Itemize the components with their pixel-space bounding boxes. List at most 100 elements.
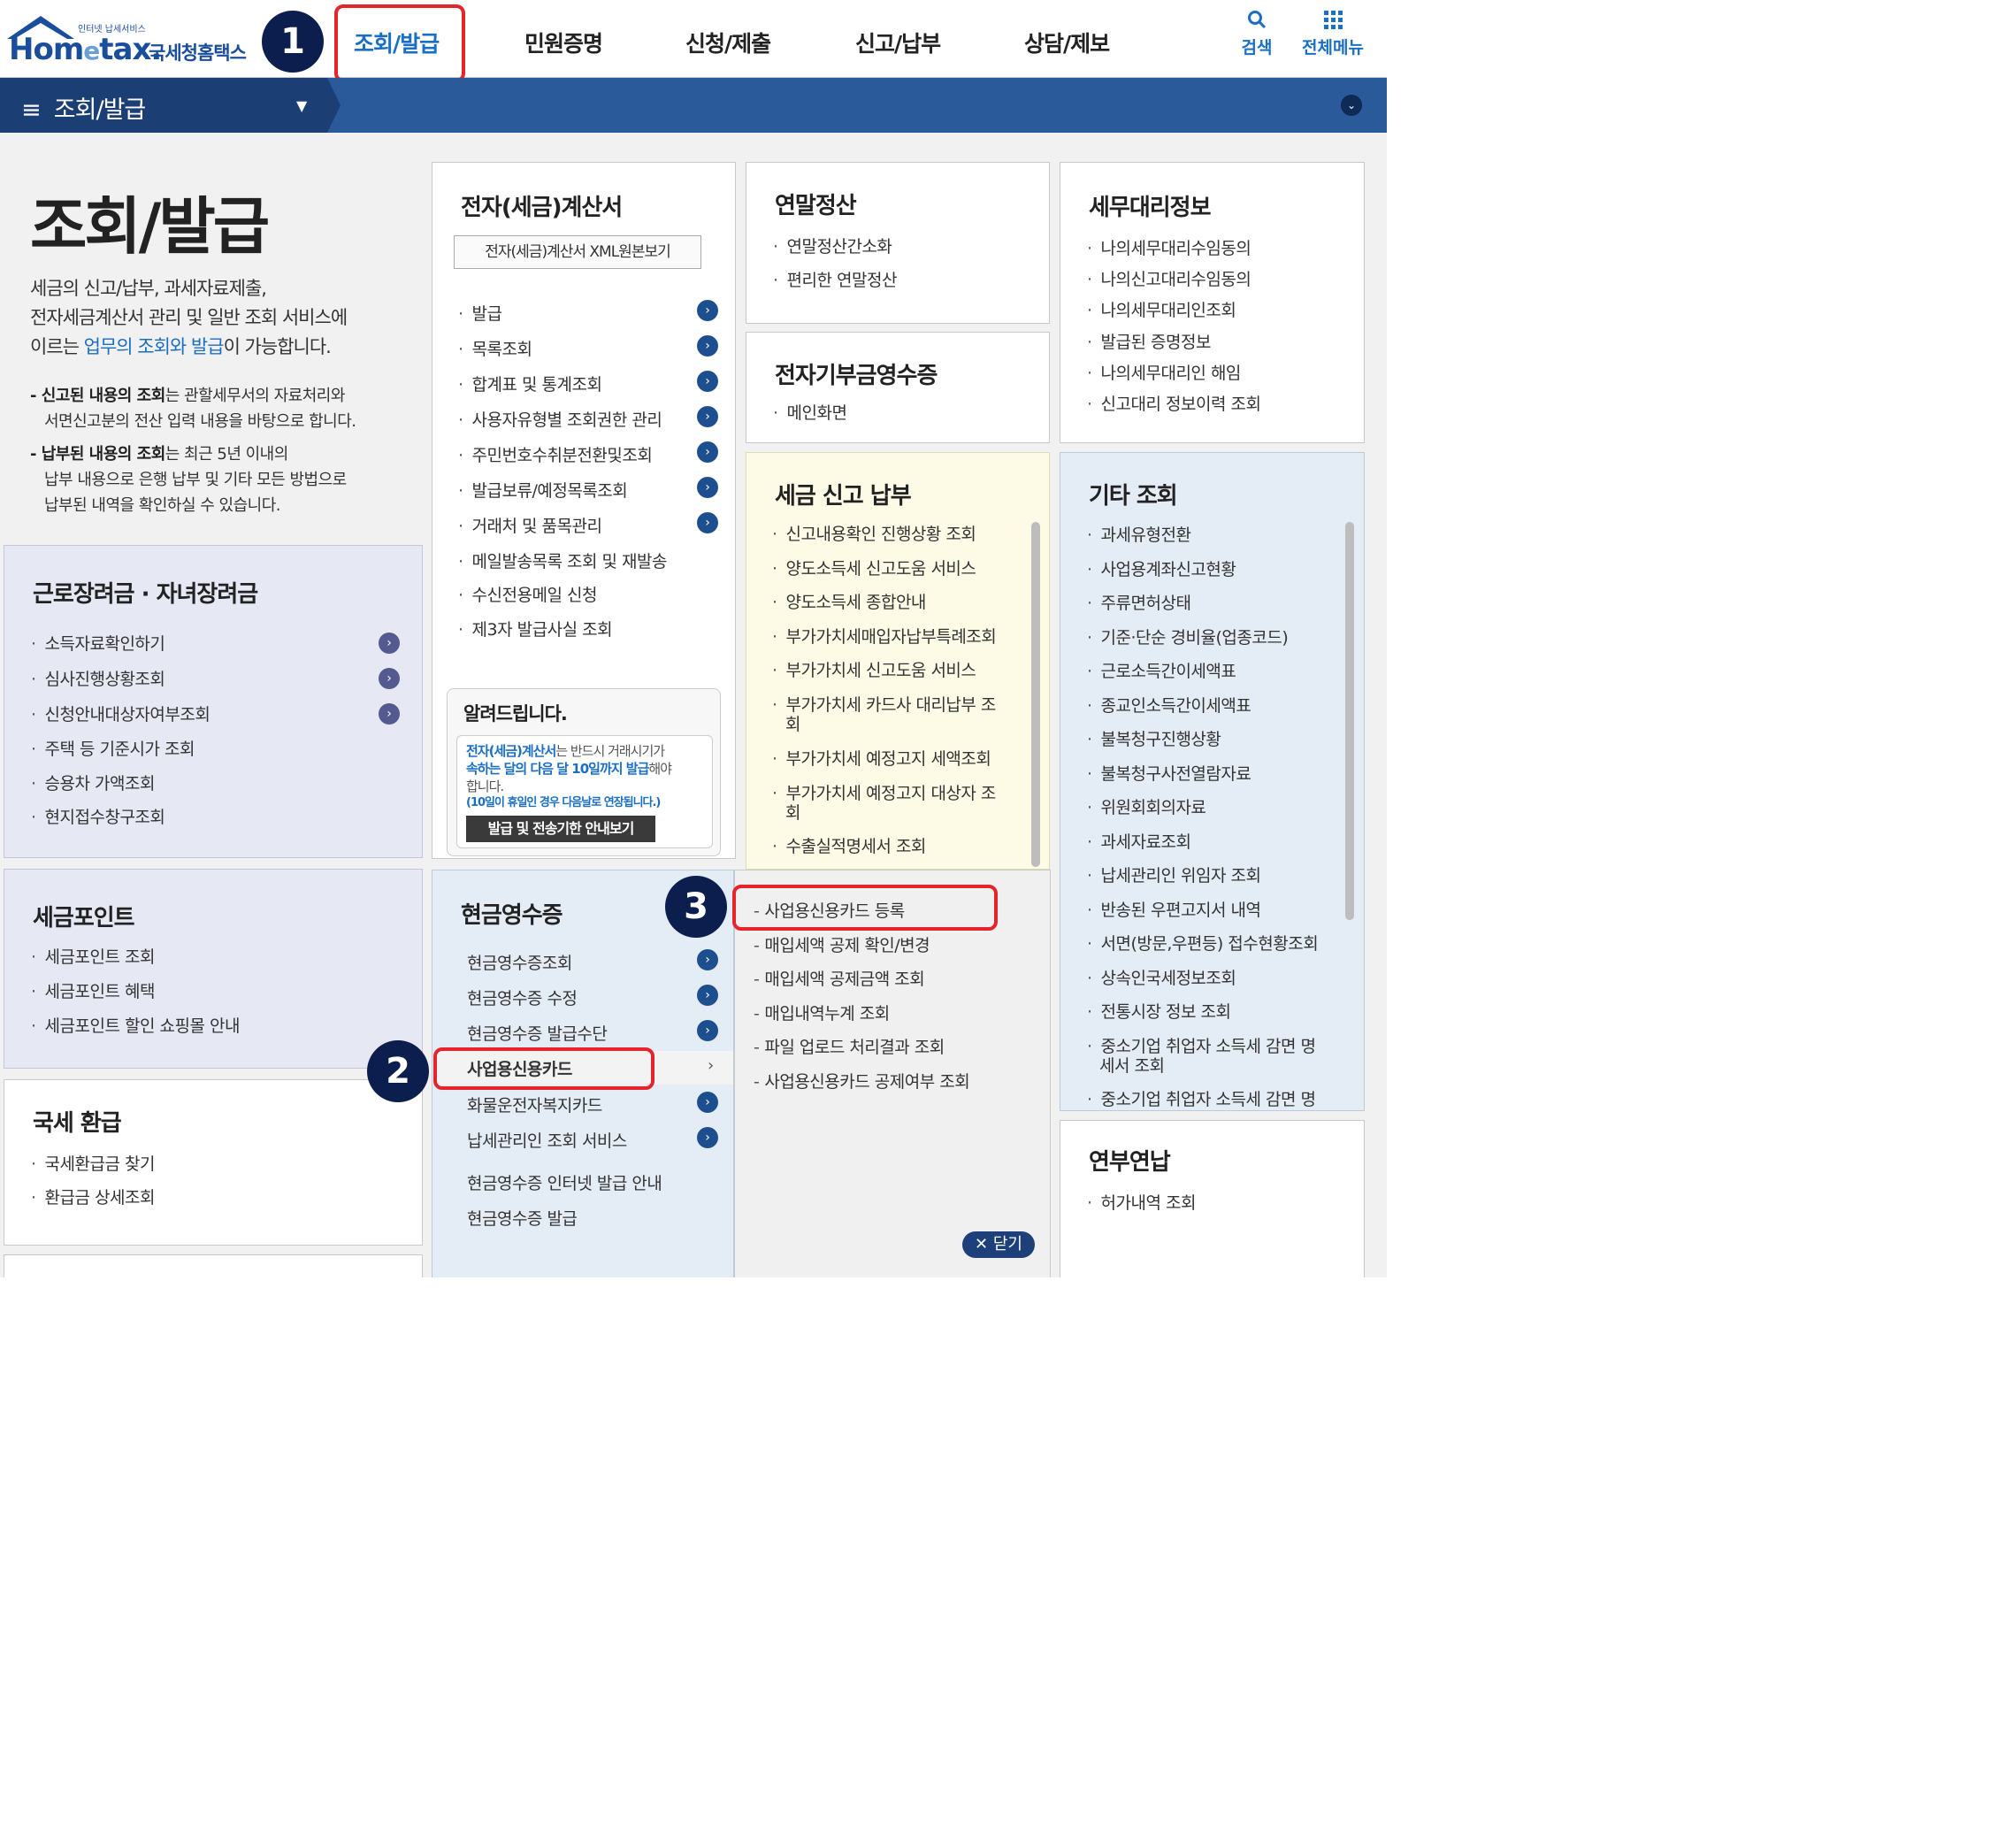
nav-report-payment[interactable]: 신고/납부 [855, 27, 941, 58]
agent-item[interactable]: 신고대리 정보이력 조회 [1087, 391, 1261, 415]
tax-point-item[interactable]: 세금포인트 조회 [31, 944, 156, 968]
tax-report-item[interactable]: 양도소득세 신고도움 서비스 [772, 556, 976, 579]
circle-arrow-icon[interactable]: › [697, 949, 718, 970]
other-item[interactable]: 상속인국세정보조회 [1087, 965, 1236, 989]
all-menu-button[interactable]: 전체메뉴 [1297, 9, 1369, 58]
other-item[interactable]: 근로소득간이세액표 [1087, 658, 1236, 682]
tax-report-item[interactable]: 수출실적명세서 조회 [772, 833, 927, 857]
cash-receipt-item[interactable]: 납세관리인 조회 서비스 [467, 1128, 627, 1152]
earned-income-item[interactable]: 신청안내대상자여부조회 [31, 702, 210, 725]
tax-point-item[interactable]: 세금포인트 혜택 [31, 978, 156, 1002]
other-item[interactable]: 사업용계좌신고현황 [1087, 556, 1236, 580]
submenu-item[interactable]: 사업용신용카드 공제여부 조회 [754, 1069, 969, 1093]
nav-consult-report[interactable]: 상담/제보 [1024, 27, 1110, 58]
scrollbar[interactable] [1345, 522, 1354, 920]
tax-report-item[interactable]: 부가가치세매입자납부특례조회 [772, 624, 997, 648]
other-item[interactable]: 과세유형전환 [1087, 522, 1191, 546]
deadline-guide-button[interactable]: 발급 및 전송기한 안내보기 [466, 816, 655, 842]
tax-report-item-wrap[interactable]: 회 [785, 711, 800, 735]
chevron-right-icon[interactable]: › [708, 1056, 714, 1075]
circle-arrow-icon[interactable]: › [697, 512, 718, 533]
other-item[interactable]: 위원회회의자료 [1087, 794, 1206, 818]
earned-income-item[interactable]: 현지접수창구조회 [31, 804, 165, 828]
e-invoice-item[interactable]: 수신전용메일 신청 [458, 582, 598, 606]
tax-report-item[interactable]: 부가가치세 신고도움 서비스 [772, 657, 976, 681]
e-invoice-item[interactable]: 메일발송목록 조회 및 재발송 [458, 548, 668, 572]
e-invoice-item[interactable]: 거래처 및 품목관리 [458, 513, 602, 537]
refund-item[interactable]: 환급금 상세조회 [31, 1185, 156, 1208]
circle-arrow-icon[interactable]: › [697, 985, 718, 1006]
circle-arrow-icon[interactable]: › [697, 441, 718, 463]
agent-item[interactable]: 나의세무대리수임동의 [1087, 235, 1251, 259]
nav-application-submit[interactable]: 신청/제출 [685, 27, 771, 58]
tax-report-item[interactable]: 부가가치세 예정고지 대상자 조 [772, 780, 997, 804]
tax-report-item[interactable]: 양도소득세 종합안내 [772, 589, 927, 613]
circle-arrow-icon[interactable]: › [697, 1092, 718, 1113]
circle-arrow-icon[interactable]: › [697, 406, 718, 427]
e-invoice-item[interactable]: 사용자유형별 조회권한 관리 [458, 407, 662, 431]
e-invoice-item[interactable]: 합계표 및 통계조회 [458, 372, 602, 395]
chevron-down-icon[interactable]: ▼ [296, 97, 307, 114]
close-button[interactable]: ✕ 닫기 [962, 1231, 1035, 1258]
tax-report-item-wrap[interactable]: 회 [785, 800, 800, 824]
cash-receipt-item[interactable]: 현금영수증 발급 [467, 1206, 578, 1230]
other-item[interactable]: 불복청구진행상황 [1087, 726, 1221, 750]
expand-icon[interactable]: ⌄ [1341, 95, 1362, 116]
other-item[interactable]: 납세관리인 위임자 조회 [1087, 863, 1261, 886]
cash-receipt-item[interactable]: 현금영수증 수정 [467, 985, 578, 1009]
agent-item[interactable]: 발급된 증명정보 [1087, 329, 1212, 353]
e-invoice-item[interactable]: 주민번호수취분전환및조회 [458, 442, 653, 466]
circle-arrow-icon[interactable]: › [379, 668, 400, 689]
other-item[interactable]: 중소기업 취업자 소득세 감면 명 [1087, 1086, 1316, 1110]
circle-arrow-icon[interactable]: › [697, 300, 718, 321]
circle-arrow-icon[interactable]: › [379, 633, 400, 654]
submenu-item[interactable]: 파일 업로드 처리결과 조회 [754, 1034, 945, 1058]
agent-item[interactable]: 나의세무대리인조회 [1087, 297, 1236, 321]
tax-point-item[interactable]: 세금포인트 할인 쇼핑몰 안내 [31, 1013, 241, 1037]
cash-receipt-item[interactable]: 현금영수증 인터넷 발급 안내 [467, 1170, 662, 1194]
circle-arrow-icon[interactable]: › [697, 477, 718, 498]
circle-arrow-icon[interactable]: › [697, 371, 718, 392]
agent-item[interactable]: 나의신고대리수임동의 [1087, 266, 1251, 290]
circle-arrow-icon[interactable]: › [697, 335, 718, 357]
submenu-item[interactable]: 매입내역누계 조회 [754, 1001, 890, 1024]
section-dropdown-label[interactable]: ≡ 조회/발급 [21, 90, 146, 125]
e-invoice-item[interactable]: 발급 [458, 301, 502, 325]
e-invoice-item[interactable]: 발급보류/예정목록조회 [458, 478, 628, 502]
circle-arrow-icon[interactable]: › [697, 1127, 718, 1148]
hometax-logo[interactable]: 인터넷 납세서비스 Hometax. 국세청홈택스 [5, 9, 262, 71]
earned-income-item[interactable]: 주택 등 기준시가 조회 [31, 736, 195, 760]
other-item[interactable]: 종교인소득간이세액표 [1087, 693, 1251, 717]
earned-income-item[interactable]: 승용차 가액조회 [31, 771, 156, 794]
cash-receipt-item[interactable]: 현금영수증 발급수단 [467, 1021, 608, 1045]
cash-receipt-item[interactable]: 화물운전자복지카드 [467, 1093, 602, 1116]
e-invoice-item[interactable]: 목록조회 [458, 336, 532, 360]
year-end-item[interactable]: 편리한 연말정산 [773, 267, 898, 291]
scrollbar[interactable] [1031, 522, 1040, 867]
xml-view-button[interactable]: 전자(세금)계산서 XML원본보기 [454, 235, 701, 269]
circle-arrow-icon[interactable]: › [379, 703, 400, 725]
tax-report-item[interactable]: 신고내용확인 진행상황 조회 [772, 521, 976, 545]
deferral-item[interactable]: 허가내역 조회 [1087, 1190, 1197, 1214]
donation-item[interactable]: 메인화면 [773, 400, 847, 424]
other-item[interactable]: 전통시장 정보 조회 [1087, 999, 1231, 1023]
tax-report-item[interactable]: 부가가치세 예정고지 세액조회 [772, 746, 991, 770]
other-item[interactable]: 기준·단순 경비율(업종코드) [1087, 625, 1289, 648]
search-button[interactable]: 검색 [1236, 9, 1277, 58]
other-item[interactable]: 서면(방문,우편등) 접수현황조회 [1087, 931, 1319, 955]
other-item[interactable]: 불복청구사전열람자료 [1087, 761, 1251, 785]
nav-civil-certificate[interactable]: 민원증명 [524, 27, 603, 58]
other-item[interactable]: 주류면허상태 [1087, 590, 1191, 614]
other-item[interactable]: 과세자료조회 [1087, 829, 1191, 853]
refund-item[interactable]: 국세환급금 찾기 [31, 1151, 156, 1175]
year-end-item[interactable]: 연말정산간소화 [773, 234, 892, 257]
earned-income-item[interactable]: 심사진행상황조회 [31, 666, 165, 690]
e-invoice-item[interactable]: 제3자 발급사실 조회 [458, 617, 613, 640]
cash-receipt-item[interactable]: 현금영수증조회 [467, 950, 572, 974]
tax-report-item[interactable]: 부가가치세 카드사 대리납부 조 [772, 692, 997, 716]
earned-income-item[interactable]: 소득자료확인하기 [31, 631, 165, 655]
agent-item[interactable]: 나의세무대리인 해임 [1087, 360, 1242, 384]
submenu-item[interactable]: 매입세액 공제금액 조회 [754, 966, 924, 990]
circle-arrow-icon[interactable]: › [697, 1020, 718, 1041]
submenu-item[interactable]: 매입세액 공제 확인/변경 [754, 932, 930, 956]
